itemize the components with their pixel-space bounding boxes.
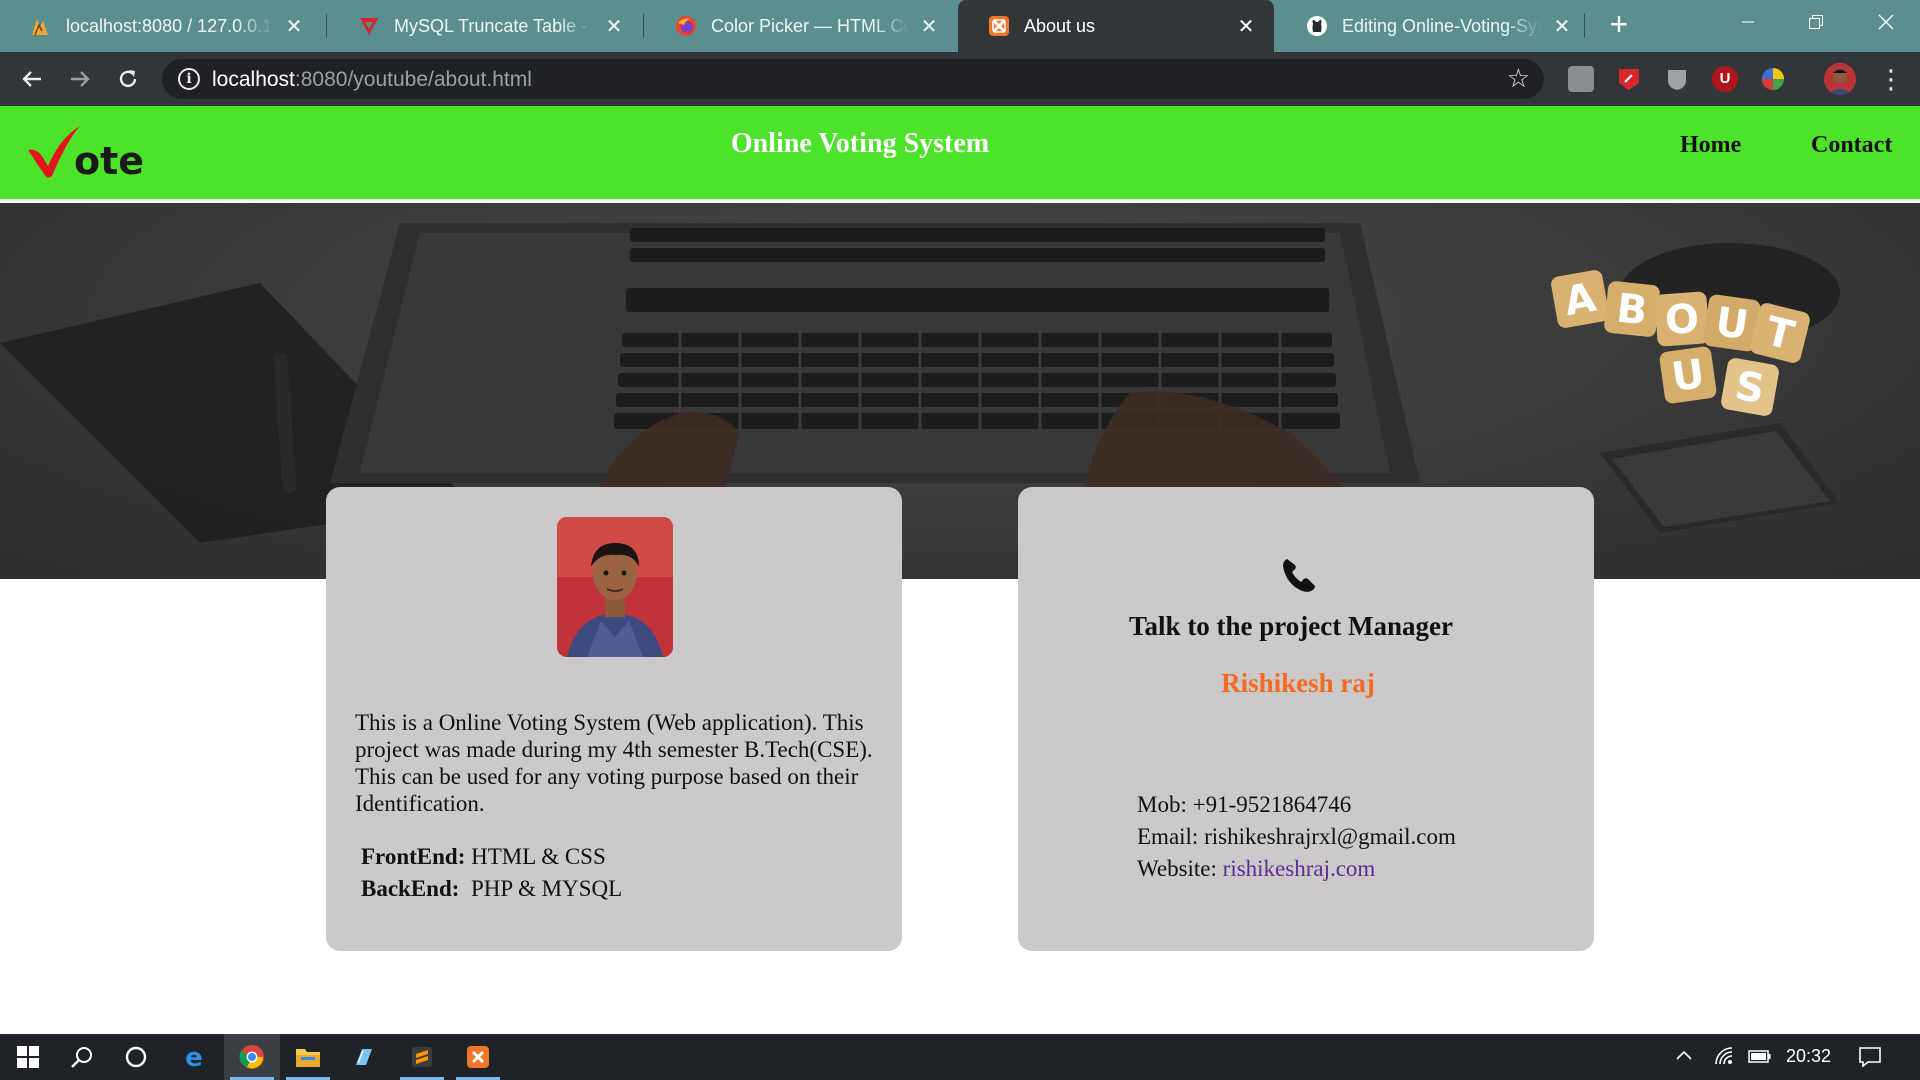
close-tab-icon[interactable]: ✕ xyxy=(604,14,624,39)
about-card: This is a Online Voting System (Web appl… xyxy=(326,487,902,951)
close-tab-icon[interactable]: ✕ xyxy=(919,14,939,39)
contact-heading: Talk to the project Manager xyxy=(1129,611,1453,641)
sublime-text-icon[interactable] xyxy=(394,1034,450,1080)
wifi-icon[interactable] xyxy=(1714,1046,1736,1071)
browser-menu-icon[interactable]: ⋮ xyxy=(1878,64,1904,94)
address-url[interactable]: localhost:8080/youtube/about.html xyxy=(212,68,532,92)
tab-javatpoint[interactable]: MySQL Truncate Table - java ✕ xyxy=(328,0,642,52)
cortana-icon[interactable] xyxy=(108,1034,164,1080)
tab-github-editing[interactable]: Editing Online-Voting-System ✕ xyxy=(1276,0,1590,52)
badge-letter: B xyxy=(1614,286,1649,335)
close-tab-icon[interactable]: ✕ xyxy=(1552,14,1572,39)
site-info-icon[interactable]: i xyxy=(178,68,200,90)
chrome-icon[interactable] xyxy=(224,1034,280,1080)
email-value: rishikeshrajrxl@gmail.com xyxy=(1204,824,1456,849)
frontend-value: HTML & CSS xyxy=(465,844,606,869)
file-explorer-icon[interactable] xyxy=(280,1034,336,1080)
firefox-icon xyxy=(675,15,697,37)
badge-letter: U xyxy=(1669,351,1708,401)
browser-toolbar: i localhost:8080/youtube/about.html ☆ U … xyxy=(0,52,1920,106)
tab-separator xyxy=(1584,14,1585,38)
url-host: localhost xyxy=(212,68,295,91)
notepad-icon[interactable] xyxy=(336,1034,392,1080)
tab-separator xyxy=(326,14,327,38)
site-header: ote Online Voting System Home Contact xyxy=(0,106,1920,201)
hero-banner: A B O U T U S xyxy=(0,203,1920,579)
tab-separator xyxy=(643,14,644,38)
backend-label: BackEnd: xyxy=(361,876,460,901)
restore-icon[interactable] xyxy=(1786,0,1846,44)
badge-letter: U xyxy=(1713,299,1752,349)
profile-avatar[interactable] xyxy=(1824,63,1856,95)
tab-phpmyadmin[interactable]: localhost:8080 / 127.0.0.1 / ✕ xyxy=(0,0,322,52)
tray-chevron-icon[interactable] xyxy=(1674,1046,1694,1071)
email-line: Email: rishikeshrajrxl@gmail.com xyxy=(1137,824,1456,850)
close-tab-icon[interactable]: ✕ xyxy=(284,14,304,39)
svg-text:e: e xyxy=(185,1044,203,1070)
website-label: Website: xyxy=(1137,856,1223,881)
website-line: Website: rishikeshraj.com xyxy=(1137,856,1375,882)
back-arrow-icon[interactable] xyxy=(14,61,50,97)
javatpoint-icon xyxy=(358,15,380,37)
edge-icon[interactable]: e xyxy=(166,1034,222,1080)
mobile-label: Mob: xyxy=(1137,792,1193,817)
mobile-line: Mob: +91-9521864746 xyxy=(1137,792,1351,818)
extension-color-icon[interactable] xyxy=(1760,66,1786,92)
phone-icon xyxy=(1279,555,1319,595)
search-icon[interactable] xyxy=(54,1034,110,1080)
email-label: Email: xyxy=(1137,824,1205,849)
browser-tab-strip: localhost:8080 / 127.0.0.1 / ✕ MySQL Tru… xyxy=(0,0,1920,52)
manager-name: Rishikesh raj xyxy=(1221,668,1375,698)
website-link[interactable]: rishikeshraj.com xyxy=(1223,856,1376,881)
badge-letter: O xyxy=(1663,296,1700,344)
nav-home-link[interactable]: Home xyxy=(1680,132,1741,159)
windows-start-icon[interactable] xyxy=(0,1034,56,1080)
tab-about-us[interactable]: About us ✕ xyxy=(958,0,1274,52)
battery-icon[interactable] xyxy=(1748,1046,1772,1071)
backend-line: BackEnd: PHP & MYSQL xyxy=(361,876,622,902)
profile-photo xyxy=(557,517,673,657)
bookmark-star-icon[interactable]: ☆ xyxy=(1507,65,1530,91)
reload-icon[interactable] xyxy=(110,61,146,97)
xampp-icon xyxy=(988,15,1010,37)
extension-icon[interactable] xyxy=(1568,66,1594,92)
action-center-icon[interactable] xyxy=(1858,1046,1882,1073)
phpmyadmin-icon xyxy=(30,15,52,37)
site-title: Online Voting System xyxy=(730,128,990,159)
close-window-icon[interactable] xyxy=(1856,0,1916,44)
xampp-taskbar-icon[interactable] xyxy=(450,1034,506,1080)
close-tab-icon[interactable]: ✕ xyxy=(1236,14,1256,39)
extension-shield-icon[interactable] xyxy=(1664,66,1690,92)
about-description: This is a Online Voting System (Web appl… xyxy=(355,710,873,816)
ublock-icon[interactable]: U xyxy=(1712,66,1738,92)
contact-card: Talk to the project Manager Rishikesh ra… xyxy=(1018,487,1594,951)
windows-taskbar: e 20:32 xyxy=(0,1034,1920,1080)
address-bar[interactable]: i localhost:8080/youtube/about.html ☆ xyxy=(162,59,1544,99)
extension-rocket-icon[interactable] xyxy=(1616,66,1642,92)
backend-value: PHP & MYSQL xyxy=(459,876,623,901)
github-icon xyxy=(1306,15,1328,37)
frontend-line: FrontEnd: HTML & CSS xyxy=(361,844,606,870)
about-us-badge: A B O U T U S xyxy=(1551,270,1810,416)
frontend-label: FrontEnd: xyxy=(361,844,466,869)
tab-color-picker[interactable]: Color Picker — HTML Color ✕ xyxy=(645,0,957,52)
minimize-icon[interactable] xyxy=(1718,0,1778,44)
url-path: :8080/youtube/about.html xyxy=(294,68,532,91)
taskbar-clock[interactable]: 20:32 xyxy=(1786,1046,1831,1067)
nav-contact-link[interactable]: Contact xyxy=(1811,132,1892,159)
forward-arrow-icon[interactable] xyxy=(62,61,98,97)
mobile-value: +91-9521864746 xyxy=(1192,792,1352,817)
new-tab-button[interactable]: + xyxy=(1602,8,1636,42)
